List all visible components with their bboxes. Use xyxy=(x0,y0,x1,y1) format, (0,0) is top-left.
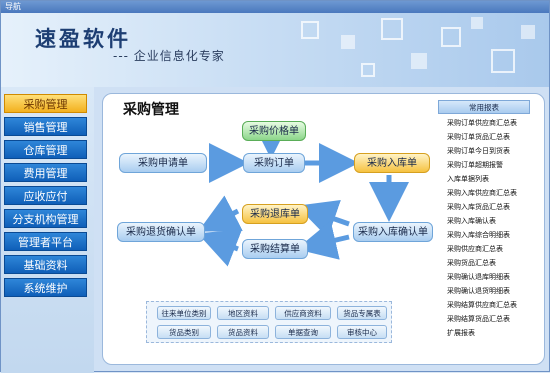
quick-link-audit-center[interactable]: 审核中心 xyxy=(337,325,387,339)
quick-link-unit-category[interactable]: 往来单位类别 xyxy=(157,306,211,320)
report-item[interactable]: 采购入库确认表 xyxy=(447,215,496,228)
decor-square xyxy=(301,21,319,39)
flow-stock-in-confirm[interactable]: 采购入库确认单 xyxy=(353,222,433,242)
report-item[interactable]: 采购订单今日到货表 xyxy=(447,145,510,158)
decor-square xyxy=(491,49,515,73)
sidebar: 采购管理 销售管理 仓库管理 费用管理 应收应付 分支机构管理 管理者平台 基础… xyxy=(1,87,94,373)
decor-square xyxy=(341,35,355,49)
report-item[interactable]: 采购入库综合明细表 xyxy=(447,229,510,242)
sidebar-item-purchase[interactable]: 采购管理 xyxy=(4,94,87,113)
quick-link-product[interactable]: 货品资料 xyxy=(217,325,269,339)
report-item[interactable]: 采购确认退货明细表 xyxy=(447,285,510,298)
report-item[interactable]: 扩展报表 xyxy=(447,327,475,340)
report-item[interactable]: 采购订单超期报警 xyxy=(447,159,503,172)
sidebar-item-system[interactable]: 系统维护 xyxy=(4,278,87,297)
quick-link-doc-query[interactable]: 单据查询 xyxy=(275,325,331,339)
report-item[interactable]: 采购订单货品汇总表 xyxy=(447,131,510,144)
decor-square xyxy=(441,27,461,47)
window-title: 导航 xyxy=(1,1,549,13)
report-item[interactable]: 采购确认退库明细表 xyxy=(447,271,510,284)
flow-price-list[interactable]: 采购价格单 xyxy=(242,121,306,141)
report-item[interactable]: 采购订单供应商汇总表 xyxy=(447,117,517,130)
flow-request[interactable]: 采购申请单 xyxy=(119,153,207,173)
banner: 速盈软件 --- 企业信息化专家 xyxy=(1,13,549,87)
decor-square xyxy=(381,18,403,40)
quick-link-product-exclusive[interactable]: 货品专属表 xyxy=(337,306,387,320)
sidebar-item-receivable-payable[interactable]: 应收应付 xyxy=(4,186,87,205)
decor-square xyxy=(411,53,427,69)
sidebar-item-branch[interactable]: 分支机构管理 xyxy=(4,209,87,228)
flow-stock-in[interactable]: 采购入库单 xyxy=(354,153,430,173)
flow-settlement[interactable]: 采购结算单 xyxy=(242,239,308,259)
report-item[interactable]: 采购结算供应商汇总表 xyxy=(447,299,517,312)
decor-square xyxy=(361,63,375,77)
sidebar-item-expense[interactable]: 费用管理 xyxy=(4,163,87,182)
flow-return[interactable]: 采购退库单 xyxy=(242,204,308,224)
sidebar-item-sales[interactable]: 销售管理 xyxy=(4,117,87,136)
page-title: 采购管理 xyxy=(123,102,179,118)
report-item[interactable]: 采购货品汇总表 xyxy=(447,257,496,270)
report-item[interactable]: 入库单据列表 xyxy=(447,173,489,186)
quick-link-region[interactable]: 地区资料 xyxy=(217,306,269,320)
sidebar-item-warehouse[interactable]: 仓库管理 xyxy=(4,140,87,159)
report-item[interactable]: 采购入库供应商汇总表 xyxy=(447,187,517,200)
report-item[interactable]: 采购结算货品汇总表 xyxy=(447,313,510,326)
sidebar-item-manager[interactable]: 管理者平台 xyxy=(4,232,87,251)
decor-square xyxy=(521,25,535,39)
quick-link-supplier[interactable]: 供应商资料 xyxy=(275,306,331,320)
decor-square xyxy=(471,17,483,29)
report-item[interactable]: 采购供应商汇总表 xyxy=(447,243,503,256)
report-item[interactable]: 采购入库货品汇总表 xyxy=(447,201,510,214)
flow-return-confirm[interactable]: 采购退货确认单 xyxy=(117,222,205,242)
slogan: --- 企业信息化专家 xyxy=(113,49,225,63)
flow-order[interactable]: 采购订单 xyxy=(243,153,305,173)
main-window: 导航 速盈软件 --- 企业信息化专家 采购管理 销售管理 仓库管理 费用管理 … xyxy=(0,0,550,373)
reports-header: 常用报表 xyxy=(438,100,530,114)
sidebar-item-basic-data[interactable]: 基础资料 xyxy=(4,255,87,274)
quick-link-product-category[interactable]: 货品类别 xyxy=(157,325,211,339)
